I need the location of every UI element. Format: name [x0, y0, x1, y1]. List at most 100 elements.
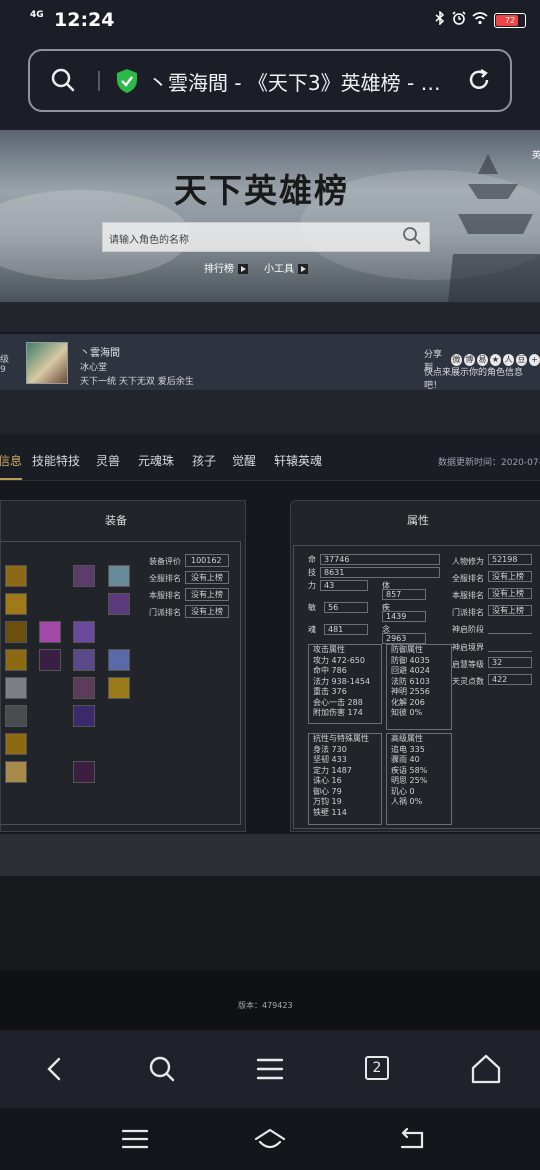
back-nav-icon[interactable] — [395, 1126, 429, 1152]
play-arrow-icon — [298, 264, 308, 274]
browser-toolbar: 2 — [0, 1030, 540, 1108]
equipment-stat-value: 没有上榜 — [185, 588, 229, 601]
tab-skills[interactable]: 技能特技 — [32, 452, 80, 469]
network-indicator: 4G — [30, 10, 44, 20]
cultivation-value: 52198 — [488, 554, 532, 565]
status-bar: 4G 12:24 72 — [0, 0, 540, 42]
character-motto: 天下一统 天下无双 爱后余生 — [80, 377, 194, 387]
equipment-stat-label: 装备评价 — [149, 557, 181, 566]
equipment-stat-label: 门派排名 — [149, 608, 181, 617]
spacer-band — [0, 876, 540, 970]
search-icon[interactable] — [402, 226, 422, 246]
attack-attributes-box: 攻击属性 攻力 472-650 命中 786 法力 938-1454 重击 37… — [308, 644, 382, 724]
reload-icon[interactable] — [466, 67, 492, 93]
search-icon[interactable] — [145, 1052, 179, 1086]
site-logo[interactable]: 天下英雄榜 — [174, 164, 349, 212]
active-tab-indicator — [0, 478, 22, 480]
address-bar[interactable]: 丶雲海間 - 《天下3》英雄榜 - 网易游戏 — [28, 49, 512, 112]
equipment-stat-label: 全服排名 — [149, 574, 181, 583]
equipment-slot[interactable] — [5, 565, 27, 587]
tab-count[interactable]: 2 — [365, 1056, 389, 1080]
equipment-slot[interactable] — [108, 677, 130, 699]
url-text[interactable]: 丶雲海間 - 《天下3》英雄榜 - 网易游戏 — [148, 67, 454, 96]
attribute-right-label: 门派排名 — [452, 608, 484, 617]
tabs-button[interactable]: 2 — [361, 1052, 395, 1086]
ranking-link[interactable]: 排行榜 — [204, 260, 248, 275]
equipment-slot[interactable] — [5, 621, 27, 643]
equipment-slot[interactable] — [5, 649, 27, 671]
battery-icon: 72 — [494, 12, 526, 28]
equipment-slot[interactable] — [73, 621, 95, 643]
equipment-slot[interactable] — [39, 649, 61, 671]
soul-label: 魂 — [308, 625, 316, 634]
tab-awakening[interactable]: 觉醒 — [232, 452, 256, 469]
equipment-slot[interactable] — [39, 621, 61, 643]
tab-pets[interactable]: 灵兽 — [96, 452, 120, 469]
agility-label: 敏 — [308, 603, 316, 612]
advanced-attributes-box: 高级属性 追电 335 骤雨 40 疾语 58% 明思 25% 玑心 0 人祸 … — [386, 733, 452, 825]
equipment-slot[interactable] — [73, 761, 95, 783]
equipment-slot[interactable] — [5, 761, 27, 783]
tools-link[interactable]: 小工具 — [264, 260, 308, 275]
tab-bar: 信息 技能特技 灵兽 元魂珠 孩子 觉醒 轩辕英魂 数据更新时间：2020-07… — [0, 434, 540, 481]
equipment-slot[interactable] — [108, 649, 130, 671]
equipment-slot[interactable] — [5, 677, 27, 699]
attribute-right-label: 神启境界 — [452, 643, 484, 652]
wifi-icon — [472, 11, 488, 29]
attribute-right-label: 神启阶段 — [452, 625, 484, 634]
spacer-band — [0, 302, 540, 332]
attribute-right-label: 启慧等级 — [452, 660, 484, 669]
home-nav-icon[interactable] — [253, 1126, 287, 1152]
tab-heroic-souls[interactable]: 轩辕英魂 — [274, 452, 322, 469]
skill-label: 技 — [308, 568, 316, 577]
skill-value: 8631 — [320, 567, 440, 578]
equipment-slot[interactable] — [5, 733, 27, 755]
divider — [488, 633, 532, 634]
avatar[interactable] — [26, 342, 68, 384]
defense-value: 1439 — [382, 611, 426, 622]
equipment-slot[interactable] — [108, 565, 130, 587]
menu-icon[interactable] — [253, 1052, 287, 1086]
divider — [98, 71, 100, 91]
secure-shield-icon[interactable] — [115, 68, 139, 94]
recent-apps-icon[interactable] — [118, 1126, 152, 1152]
tab-children[interactable]: 孩子 — [192, 452, 216, 469]
equipment-stat-value: 没有上榜 — [185, 605, 229, 618]
attribute-right-label: 全服排名 — [452, 574, 484, 583]
attribute-right-label: 本服排名 — [452, 591, 484, 600]
level-badge: 级9 — [0, 355, 10, 375]
attribute-right-value: 没有上榜 — [488, 588, 532, 599]
alarm-icon — [452, 11, 466, 29]
character-search-input[interactable]: 请输入角色的名称 — [102, 222, 430, 252]
system-nav-bar — [0, 1108, 540, 1170]
equipment-grid: 装备评价 100162 全服排名 没有上榜 本服排名 没有上榜 门派排名 没有上… — [1, 541, 241, 825]
search-icon[interactable] — [50, 67, 76, 93]
equipment-slot[interactable] — [5, 593, 27, 615]
power-label: 力 — [308, 581, 316, 590]
status-icons: 72 — [434, 10, 526, 29]
resistance-attributes-box: 抗性与特殊属性 身法 730 坚韧 433 定力 1487 诛心 16 御心 7… — [308, 733, 382, 825]
equipment-slot[interactable] — [5, 705, 27, 727]
equipment-slot[interactable] — [73, 677, 95, 699]
tab-soul-orbs[interactable]: 元魂珠 — [138, 452, 174, 469]
equipment-slot[interactable] — [73, 705, 95, 727]
profile-card: 级9 丶雲海間 冰心堂 天下一统 天下无双 爱后余生 分享到 微 博 易 ★ 人… — [0, 334, 540, 391]
hero-banner: 天下英雄榜 请输入角色的名称 排行榜 小工具 英 — [0, 130, 540, 302]
equipment-panel: 装备 装备评价 100162 全服排名 没有上榜 本服排名 没有上榜 门派排名 … — [0, 500, 246, 832]
attribute-right-value: 没有上榜 — [488, 571, 532, 582]
banner-links: 排行榜 小工具 — [204, 260, 308, 275]
web-content[interactable]: 天下英雄榜 请输入角色的名称 排行榜 小工具 英 级9 丶雲海間 冰心堂 天下一… — [0, 130, 540, 1030]
attribute-panel: 属性 命 37746 技 8631 力 43 体 857 敏 56 疾 1439… — [290, 500, 540, 832]
equipment-slot[interactable] — [73, 649, 95, 671]
equipment-slot[interactable] — [73, 565, 95, 587]
equipment-slot[interactable] — [108, 593, 130, 615]
pagoda-illustration — [448, 154, 540, 302]
equipment-score: 100162 — [185, 554, 229, 567]
tab-info[interactable]: 信息 — [0, 452, 22, 469]
attribute-right-label: 天灵点数 — [452, 677, 484, 686]
home-icon[interactable] — [469, 1052, 503, 1086]
share-tip: 快点来展示你的角色信息吧！ — [424, 368, 524, 391]
clock: 12:24 — [54, 9, 115, 31]
attribute-right-label: 人物修为 — [452, 557, 484, 566]
back-icon[interactable] — [38, 1052, 72, 1086]
